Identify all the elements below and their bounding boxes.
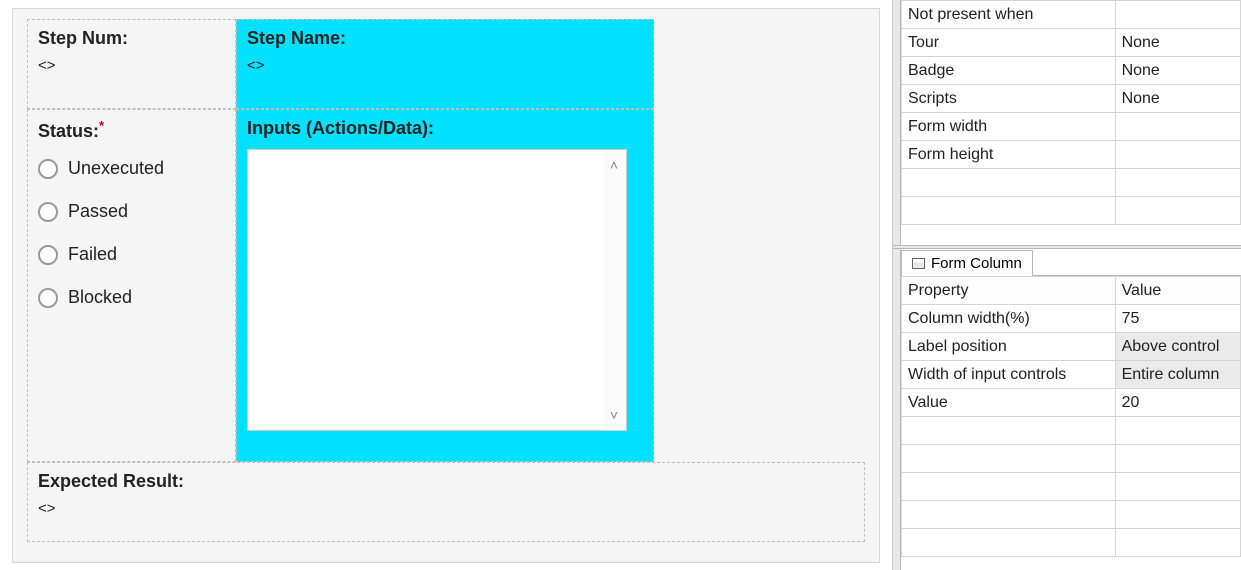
prop-row[interactable]: TourNone: [902, 29, 1241, 57]
prop-value[interactable]: 20: [1115, 389, 1240, 417]
splitter-vertical[interactable]: [893, 0, 901, 245]
properties-panel: Not present when TourNone BadgeNone Scri…: [892, 0, 1241, 570]
prop-row[interactable]: ScriptsNone: [902, 85, 1241, 113]
prop-row-empty: [902, 473, 1241, 501]
radio-label: Failed: [68, 244, 117, 265]
prop-row[interactable]: Width of input controlsEntire column: [902, 361, 1241, 389]
field-step-num[interactable]: Step Num: <>: [27, 19, 236, 109]
prop-value[interactable]: None: [1115, 29, 1240, 57]
radio-label: Passed: [68, 201, 128, 222]
prop-row[interactable]: Value20: [902, 389, 1241, 417]
field-step-name[interactable]: Step Name: <>: [236, 19, 654, 109]
prop-key: Value: [902, 389, 1116, 417]
field-inputs[interactable]: Inputs (Actions/Data): ˄ ˅: [236, 109, 654, 462]
prop-key: Form height: [902, 141, 1116, 169]
radio-item-unexecuted[interactable]: Unexecuted: [38, 158, 225, 179]
splitter-vertical[interactable]: [893, 249, 901, 570]
prop-value[interactable]: None: [1115, 85, 1240, 113]
field-status[interactable]: Status:* Unexecuted Passed Failed: [27, 109, 236, 462]
prop-header: Property Value: [902, 277, 1241, 305]
prop-key: Column width(%): [902, 305, 1116, 333]
prop-row[interactable]: Not present when: [902, 1, 1241, 29]
prop-row[interactable]: Column width(%)75: [902, 305, 1241, 333]
radio-item-blocked[interactable]: Blocked: [38, 287, 225, 308]
prop-key: Tour: [902, 29, 1116, 57]
tab-label: Form Column: [931, 255, 1022, 272]
chevron-down-icon: ˅: [610, 408, 618, 422]
prop-row[interactable]: BadgeNone: [902, 57, 1241, 85]
prop-value[interactable]: None: [1115, 57, 1240, 85]
form-column-icon: [912, 258, 925, 269]
prop-key: Width of input controls: [902, 361, 1116, 389]
radio-icon: [38, 288, 58, 308]
inputs-label: Inputs (Actions/Data):: [247, 118, 643, 139]
prop-row[interactable]: Form height: [902, 141, 1241, 169]
chevron-up-icon: ˄: [610, 158, 618, 172]
radio-item-failed[interactable]: Failed: [38, 244, 225, 265]
textarea-scrollbar[interactable]: ˄ ˅: [604, 152, 624, 428]
radio-label: Unexecuted: [68, 158, 164, 179]
radio-icon: [38, 159, 58, 179]
prop-key: Form width: [902, 113, 1116, 141]
prop-row[interactable]: Form width: [902, 113, 1241, 141]
inputs-textarea[interactable]: ˄ ˅: [247, 149, 627, 431]
lower-property-grid: Property Value Column width(%)75 Label p…: [901, 276, 1241, 557]
radio-icon: [38, 245, 58, 265]
prop-value[interactable]: [1115, 141, 1240, 169]
form-designer-canvas: Step Num: <> Step Name: <> Status:* Unex…: [0, 0, 892, 570]
prop-value[interactable]: [1115, 113, 1240, 141]
status-radio-group: Unexecuted Passed Failed Blocked: [38, 158, 225, 308]
step-name-label: Step Name:: [247, 28, 643, 49]
prop-key: Not present when: [902, 1, 1116, 29]
expected-result-value: <>: [38, 500, 854, 517]
prop-row-empty: [902, 169, 1241, 197]
radio-label: Blocked: [68, 287, 132, 308]
prop-row-empty: [902, 501, 1241, 529]
step-name-value: <>: [247, 57, 643, 74]
expected-result-label: Expected Result:: [38, 471, 854, 492]
prop-row-empty: [902, 417, 1241, 445]
radio-item-passed[interactable]: Passed: [38, 201, 225, 222]
tab-form-column[interactable]: Form Column: [901, 250, 1033, 276]
prop-value[interactable]: Entire column: [1115, 361, 1240, 389]
radio-icon: [38, 202, 58, 222]
step-num-value: <>: [38, 57, 225, 74]
tabs: Form Column: [901, 249, 1241, 276]
prop-row-empty: [902, 445, 1241, 473]
prop-value[interactable]: [1115, 1, 1240, 29]
prop-row[interactable]: Label positionAbove control: [902, 333, 1241, 361]
status-label: Status:*: [38, 118, 225, 142]
prop-value[interactable]: 75: [1115, 305, 1240, 333]
prop-value[interactable]: Above control: [1115, 333, 1240, 361]
prop-key: Badge: [902, 57, 1116, 85]
prop-row-empty: [902, 197, 1241, 225]
prop-key: Label position: [902, 333, 1116, 361]
prop-header-value: Value: [1115, 277, 1240, 305]
field-expected-result[interactable]: Expected Result: <>: [27, 462, 865, 542]
upper-property-grid: Not present when TourNone BadgeNone Scri…: [901, 0, 1241, 225]
prop-key: Scripts: [902, 85, 1116, 113]
prop-header-key: Property: [902, 277, 1116, 305]
form-container: Step Num: <> Step Name: <> Status:* Unex…: [12, 8, 880, 563]
required-asterisk-icon: *: [99, 118, 104, 133]
prop-row-empty: [902, 529, 1241, 557]
step-num-label: Step Num:: [38, 28, 225, 49]
